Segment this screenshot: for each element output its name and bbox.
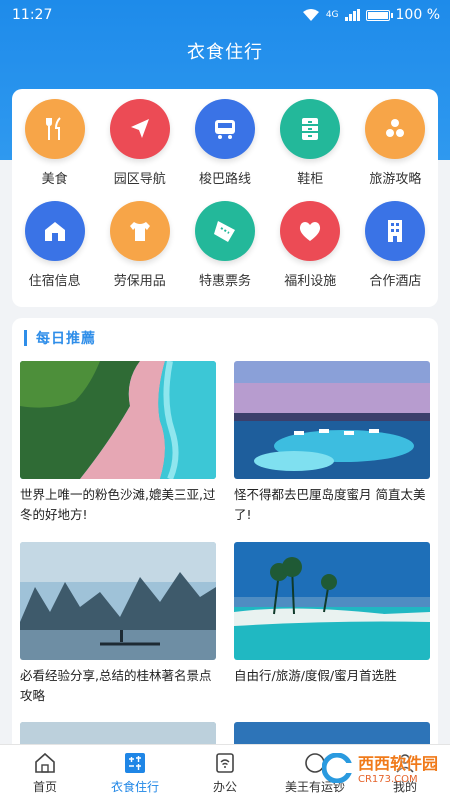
recommend-item-pink-beach[interactable]: 世界上唯一的粉色沙滩,媲美三亚,过冬的好地方!	[20, 361, 216, 525]
watermark-text: 西西软件园	[357, 754, 438, 773]
travel-icon	[365, 99, 426, 159]
tab-label: 衣食住行	[110, 779, 159, 794]
shuttle-bus-icon	[194, 99, 255, 159]
grid-item-navigation-arrow[interactable]: 园区导航	[97, 99, 182, 187]
cabinet-icon	[280, 99, 341, 159]
battery-icon	[365, 9, 393, 21]
service-grid-card: 美食 园区导航 梭巴路线 鞋柜 旅游攻略住宿信息 劳保用品 特惠票务 福利设施 合作酒店	[12, 89, 438, 307]
grid-item-label: 美食	[41, 172, 68, 187]
status-time: 11:27	[12, 7, 53, 23]
network-type: 4G	[325, 10, 339, 20]
grid-item-travel[interactable]: 旅游攻略	[353, 99, 438, 187]
signal-icon	[344, 9, 360, 21]
grid-item-cabinet[interactable]: 鞋柜	[268, 99, 353, 187]
item-caption: 世界上唯一的粉色沙滩,媲美三亚,过冬的好地方!	[20, 487, 216, 522]
office-icon	[216, 752, 234, 773]
navigation-arrow-icon	[109, 99, 170, 159]
grid-item-label: 合作酒店	[369, 274, 422, 289]
grid-item-heart[interactable]: 福利设施	[268, 201, 353, 289]
house-icon	[24, 201, 85, 261]
recommend-item-guilin[interactable]: 必看经验分享,总结的桂林著名景点攻略	[20, 542, 216, 706]
recommend-header: 每日推薦	[12, 318, 438, 358]
grid-item-label: 鞋柜	[297, 172, 324, 187]
home-icon	[35, 752, 55, 773]
tab-office[interactable]: 办公	[180, 745, 270, 800]
battery-text: 100 %	[395, 7, 440, 23]
bali-resort-image	[234, 361, 430, 479]
ticket-icon	[194, 201, 255, 261]
watermark-c-icon	[321, 752, 352, 783]
grid-item-shirt[interactable]: 劳保用品	[97, 201, 182, 289]
grid-item-label: 园区导航	[113, 172, 166, 187]
page-title: 衣食住行	[187, 42, 263, 63]
recommend-card: 每日推薦 世界上唯一的粉色沙滩,媲美三亚,过冬的好地方! 怪不得都去巴厘岛度蜜月…	[12, 318, 438, 748]
recommend-title: 每日推薦	[36, 331, 96, 347]
clothing-food-icon	[125, 752, 145, 773]
hotel-building-icon	[365, 201, 426, 261]
grid-item-shuttle-bus[interactable]: 梭巴路线	[182, 99, 267, 187]
pink-beach-image	[20, 361, 216, 479]
recommend-item-island[interactable]: 自由行/旅游/度假/蜜月首选胜	[234, 542, 430, 686]
grid-item-label: 劳保用品	[113, 274, 166, 289]
tab-clothing-food[interactable]: 衣食住行	[90, 745, 180, 800]
fork-knife-icon	[24, 99, 85, 159]
island-image	[234, 542, 430, 660]
grid-item-label: 梭巴路线	[198, 172, 251, 187]
grid-item-hotel-building[interactable]: 合作酒店	[353, 201, 438, 289]
tab-label: 办公	[212, 779, 237, 794]
guilin-image	[20, 542, 216, 660]
grid-item-label: 特惠票务	[198, 274, 251, 289]
watermark-logo: 西西软件园 CR173.COM	[321, 750, 438, 785]
wifi-icon	[302, 9, 319, 21]
tab-label: 首页	[32, 779, 57, 794]
grid-item-label: 住宿信息	[28, 274, 81, 289]
item-caption: 怪不得都去巴厘岛度蜜月 简直太美了!	[234, 487, 426, 522]
heart-icon	[280, 201, 341, 261]
grid-item-label: 旅游攻略	[369, 172, 422, 187]
shirt-icon	[109, 201, 170, 261]
watermark-sub: CR173.COM	[357, 774, 418, 785]
grid-item-ticket[interactable]: 特惠票务	[182, 201, 267, 289]
recommend-accent-bar	[24, 330, 27, 346]
watermark-text-block: 西西软件园 CR173.COM	[358, 750, 438, 785]
service-grid: 美食 园区导航 梭巴路线 鞋柜 旅游攻略住宿信息 劳保用品 特惠票务 福利设施 合作酒店	[12, 99, 438, 289]
tab-home[interactable]: 首页	[0, 745, 90, 800]
grid-item-house[interactable]: 住宿信息	[12, 201, 97, 289]
recommend-item-bali[interactable]: 怪不得都去巴厘岛度蜜月 简直太美了!	[234, 361, 430, 525]
grid-item-fork-knife[interactable]: 美食	[12, 99, 97, 187]
item-caption: 自由行/旅游/度假/蜜月首选胜	[234, 668, 397, 683]
status-bar: 11:27 4G 100 %	[0, 0, 450, 30]
grid-item-label: 福利设施	[284, 274, 337, 289]
item-caption: 必看经验分享,总结的桂林著名景点攻略	[20, 668, 212, 703]
status-icons: 4G 100 %	[302, 7, 440, 23]
